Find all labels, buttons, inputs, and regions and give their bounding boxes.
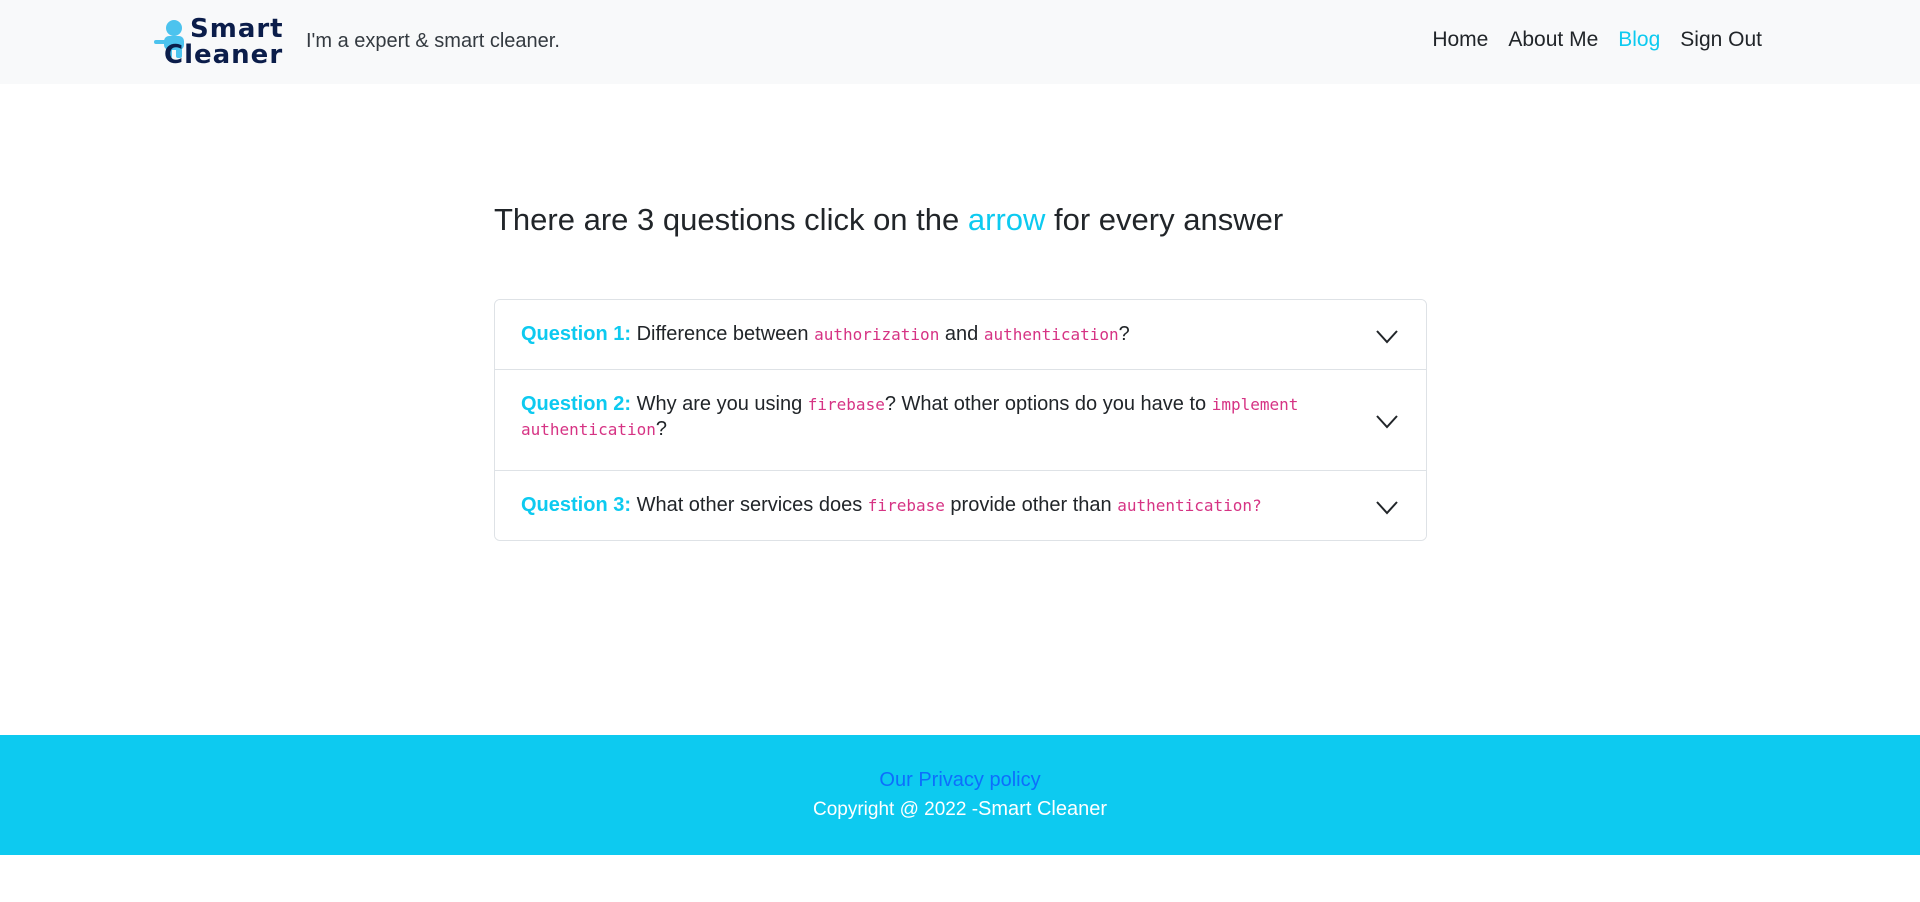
question-text: ? What other options do you have to (884, 393, 1212, 415)
brand-line-2: Cleaner (164, 40, 284, 70)
code-term: authorization (814, 325, 940, 344)
question-text: provide other than (944, 494, 1118, 516)
questions-accordion: Question 1: Difference between authoriza… (494, 299, 1427, 541)
chevron-down-icon[interactable] (1376, 415, 1398, 429)
chevron-down-icon[interactable] (1376, 329, 1398, 344)
nav-link-home[interactable]: Home (1432, 28, 1488, 52)
main-nav: Home About Me Blog Sign Out (1432, 28, 1762, 52)
heading-accent: arrow (967, 202, 1046, 237)
copyright-text: Copyright @ 2022 -Smart Cleaner (0, 798, 1920, 821)
nav-link-blog[interactable]: Blog (1618, 28, 1660, 52)
code-term: authentication? (1117, 496, 1262, 515)
accordion-item-question-2[interactable]: Question 2: Why are you using firebase? … (495, 370, 1426, 471)
code-term: firebase (807, 395, 885, 414)
tagline: I'm a expert & smart cleaner. (306, 30, 560, 52)
question-text: Why are you using (631, 393, 808, 415)
question-text: What other services does (631, 494, 868, 516)
chevron-down-icon[interactable] (1376, 500, 1398, 515)
navbar: Smart Cleaner I'm a expert & smart clean… (0, 0, 1920, 84)
question-1-text: Question 1: Difference between authoriza… (521, 322, 1336, 347)
question-label: Question 1: (521, 323, 632, 345)
question-text: and (939, 323, 984, 345)
code-term: firebase (867, 496, 945, 515)
brand-logo[interactable]: Smart Cleaner (152, 16, 284, 68)
heading-text-after: for every answer (1045, 202, 1284, 237)
nav-link-sign-out[interactable]: Sign Out (1680, 28, 1762, 52)
question-3-text: Question 3: What other services does fir… (521, 493, 1336, 518)
accordion-item-question-1[interactable]: Question 1: Difference between authoriza… (495, 300, 1426, 370)
accordion-item-question-3[interactable]: Question 3: What other services does fir… (495, 471, 1426, 540)
footer: Our Privacy policy Copyright @ 2022 -Sma… (0, 735, 1920, 855)
question-text: Difference between (631, 323, 815, 345)
brand-text: Smart Cleaner (164, 16, 284, 68)
page-heading: There are 3 questions click on the arrow… (494, 202, 1283, 238)
question-text: ? (1118, 323, 1130, 345)
question-2-text: Question 2: Why are you using firebase? … (521, 392, 1336, 442)
question-text: ? (655, 418, 667, 440)
nav-link-about-me[interactable]: About Me (1508, 28, 1598, 52)
brand-line-1: Smart (190, 14, 284, 44)
code-term: authentication (983, 325, 1119, 344)
privacy-policy-link[interactable]: Our Privacy policy (0, 769, 1920, 792)
question-label: Question 3: (521, 494, 632, 516)
heading-text-before: There are 3 questions click on the (494, 202, 968, 237)
copyright-prefix: Copyright @ 2022 - (813, 799, 979, 820)
copyright-name: Smart Cleaner (978, 798, 1107, 820)
question-label: Question 2: (521, 393, 632, 415)
